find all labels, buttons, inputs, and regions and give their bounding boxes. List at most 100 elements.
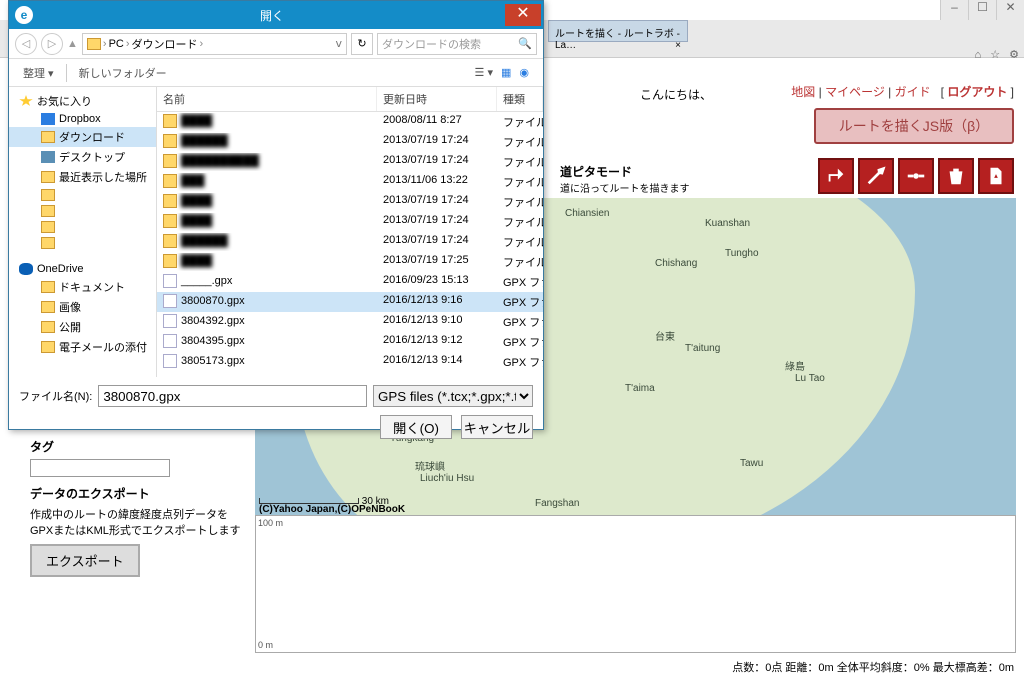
folder-icon (41, 281, 55, 293)
arrow-icon[interactable] (858, 158, 894, 194)
browser-tab[interactable]: ルートを描く - ルートラボ - La… × (548, 20, 688, 42)
tree-item[interactable]: デスクトップ (9, 147, 156, 167)
file-date: 2016/09/23 15:13 (377, 273, 497, 291)
file-row[interactable]: 3804395.gpx2016/12/13 9:12GPX ファイ (157, 332, 543, 352)
col-name[interactable]: 名前 (157, 87, 377, 111)
breadcrumb-downloads[interactable]: ダウンロード (132, 36, 198, 52)
tree-item[interactable] (9, 187, 156, 203)
nav-guide[interactable]: ガイド (895, 85, 931, 99)
file-date: 2016/12/13 9:16 (377, 293, 497, 311)
filetype-select[interactable]: GPS files (*.tcx;*.gpx;*.trk) (373, 385, 533, 407)
export-desc: 作成中のルートの緯度経度点列データをGPXまたはKML形式でエクスポートします (30, 506, 250, 538)
tree-item[interactable]: ダウンロード (9, 127, 156, 147)
preview-button[interactable]: ▦ (497, 64, 515, 81)
up-button[interactable]: ▲ (67, 38, 78, 50)
back-button[interactable]: ◁ (15, 33, 37, 55)
tree-item[interactable]: ドキュメント (9, 277, 156, 297)
tree-item[interactable]: OneDrive (9, 261, 156, 277)
close-button[interactable]: ✕ (996, 0, 1024, 20)
folder-tree[interactable]: お気に入りDropbox ダウンロードデスクトップ最近表示した場所 OneDrive… (9, 87, 157, 377)
file-name: 3800870.gpx (181, 295, 245, 307)
file-icon (163, 294, 177, 308)
file-row[interactable]: ███2013/11/06 13:22ファイル フ (157, 172, 543, 192)
file-row[interactable]: _____.gpx2016/09/23 15:13GPX ファイ (157, 272, 543, 292)
nav-mypage[interactable]: マイページ (825, 85, 885, 99)
breadcrumb-pc[interactable]: PC (109, 38, 124, 50)
maximize-button[interactable]: ☐ (968, 0, 996, 20)
tree-item[interactable]: 最近表示した場所 (9, 167, 156, 187)
tree-item[interactable]: 電子メールの添付 (9, 337, 156, 357)
file-icon (163, 314, 177, 328)
search-icon[interactable]: 🔍 (518, 37, 532, 50)
tree-item-label: ダウンロード (59, 129, 125, 145)
file-row[interactable]: ██████2013/07/19 17:24ファイル フ (157, 232, 543, 252)
tree-item[interactable]: 画像 (9, 297, 156, 317)
file-name: ███ (181, 175, 204, 187)
forward-button[interactable]: ▷ (41, 33, 63, 55)
split-icon[interactable] (898, 158, 934, 194)
open-button[interactable]: 開く(O) (380, 415, 452, 439)
tree-item[interactable] (9, 203, 156, 219)
dialog-footer: ファイル名(N): GPS files (*.tcx;*.gpx;*.trk) … (9, 377, 543, 447)
route-icon[interactable] (818, 158, 854, 194)
map-place-label: T'aima (625, 383, 655, 394)
file-name: ██████████ (181, 155, 259, 167)
route-draw-button[interactable]: ルートを描くJS版（β） (814, 108, 1014, 144)
ie-icon: e (15, 6, 33, 24)
organize-button[interactable]: 整理 ▾ (19, 63, 58, 83)
tree-item[interactable]: 公開 (9, 317, 156, 337)
file-date: 2016/12/13 9:14 (377, 353, 497, 371)
col-type[interactable]: 種類 (497, 87, 543, 111)
import-file-icon[interactable] (978, 158, 1014, 194)
file-date: 2013/07/19 17:24 (377, 153, 497, 171)
filename-input[interactable] (98, 385, 367, 407)
file-name: ██████ (181, 235, 228, 247)
file-row[interactable]: ██████2013/07/19 17:24ファイル フ (157, 132, 543, 152)
file-type: GPX ファイ (497, 353, 543, 371)
tree-item[interactable] (9, 235, 156, 251)
file-row[interactable]: ██████████2013/07/19 17:24ファイル フ (157, 152, 543, 172)
breadcrumb[interactable]: › PC › ダウンロード › ⅴ (82, 33, 347, 55)
list-header[interactable]: 名前 更新日時 種類 (157, 87, 543, 112)
map-place-label: Tawu (740, 458, 763, 469)
file-row[interactable]: ████2013/07/19 17:25ファイル フ (157, 252, 543, 272)
breadcrumb-dropdown-icon[interactable]: ⅴ (335, 37, 342, 50)
refresh-button[interactable]: ↻ (351, 33, 373, 55)
file-name: 3804392.gpx (181, 315, 245, 327)
tab-close-icon[interactable]: × (675, 40, 681, 51)
status-bar: 点数：0点 距離：0m 全体平均斜度：0% 最大標高差：0m (732, 659, 1014, 675)
nav-logout[interactable]: ログアウト (947, 85, 1007, 99)
search-box[interactable]: ダウンロードの検索 🔍 (377, 33, 537, 55)
map-place-label: 琉球嶼 (415, 458, 445, 473)
file-type: GPX ファイ (497, 313, 543, 331)
nav-map[interactable]: 地図 (791, 85, 815, 99)
file-row[interactable]: ████2008/08/11 8:27ファイル フ (157, 112, 543, 132)
map-place-label: 綠島 (785, 358, 805, 373)
file-row[interactable]: 3800870.gpx2016/12/13 9:16GPX ファイ (157, 292, 543, 312)
folder-icon (41, 341, 55, 353)
elev-ytick-top: 100 m (258, 518, 283, 528)
file-row[interactable]: 3804392.gpx2016/12/13 9:10GPX ファイ (157, 312, 543, 332)
newfolder-button[interactable]: 新しいフォルダー (75, 63, 171, 83)
file-name: ████ (181, 255, 212, 267)
map-place-label: T'aitung (685, 343, 720, 354)
dialog-titlebar[interactable]: e 開く ✕ (9, 1, 543, 29)
minimize-button[interactable]: – (940, 0, 968, 20)
file-row[interactable]: ████2013/07/19 17:24ファイル フ (157, 192, 543, 212)
tree-item[interactable] (9, 219, 156, 235)
file-row[interactable]: 3805173.gpx2016/12/13 9:14GPX ファイ (157, 352, 543, 372)
trash-icon[interactable] (938, 158, 974, 194)
window-controls[interactable]: – ☐ ✕ (940, 0, 1024, 20)
view-button[interactable]: ☰ ▾ (471, 64, 497, 81)
export-button[interactable]: エクスポート (30, 544, 140, 577)
file-list[interactable]: 名前 更新日時 種類 ████2008/08/11 8:27ファイル フ████… (157, 87, 543, 377)
tree-item[interactable]: お気に入り (9, 91, 156, 111)
dialog-close-button[interactable]: ✕ (505, 4, 541, 26)
tags-input[interactable] (30, 459, 170, 477)
tree-item[interactable]: Dropbox (9, 111, 156, 127)
help-button[interactable]: ◉ (515, 64, 533, 81)
col-date[interactable]: 更新日時 (377, 87, 497, 111)
file-row[interactable]: ████2013/07/19 17:24ファイル フ (157, 212, 543, 232)
file-open-dialog: e 開く ✕ ◁ ▷ ▲ › PC › ダウンロード › ⅴ ↻ ダウンロードの… (8, 0, 544, 430)
cancel-button[interactable]: キャンセル (461, 415, 533, 439)
